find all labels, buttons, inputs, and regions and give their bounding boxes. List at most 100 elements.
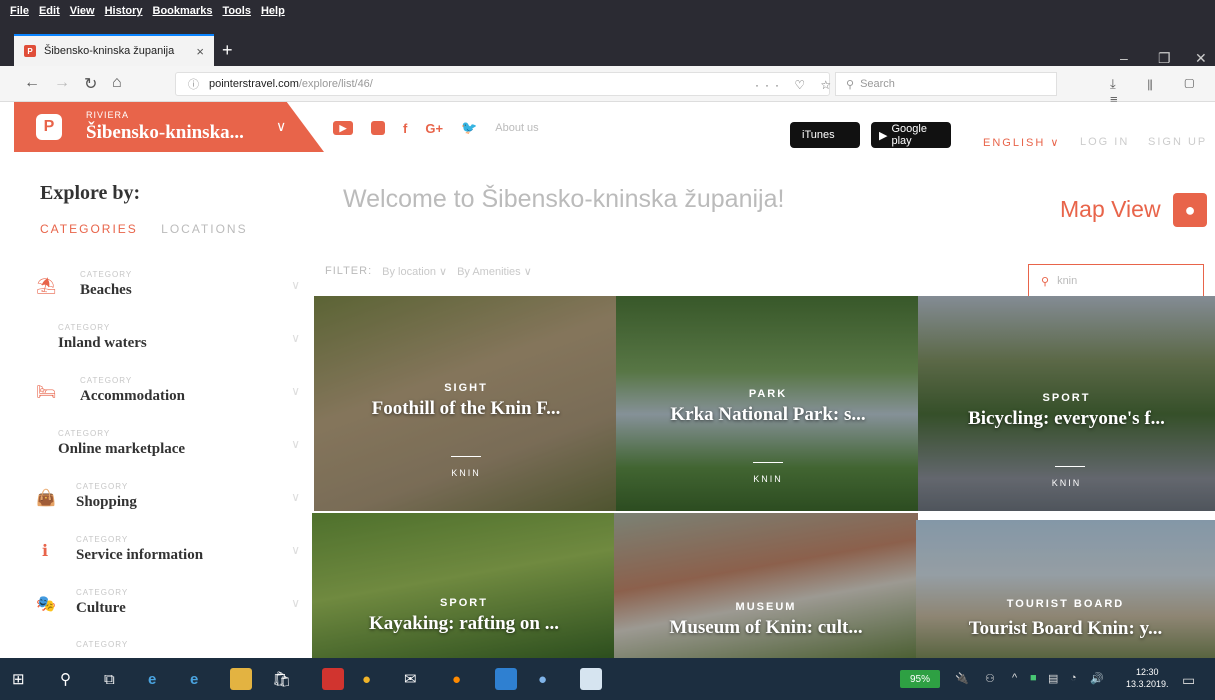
windows-start-icon[interactable]: ⊞ [12,668,25,690]
card-bicycling[interactable]: SPORT Bicycling: everyone's f... KNIN [918,296,1215,511]
tab-close-icon[interactable]: × [196,44,204,59]
forward-icon[interactable]: → [54,74,70,92]
mail-icon[interactable]: ✉ [404,668,417,690]
category-caption: CATEGORY [76,640,129,649]
card-title: Krka National Park: s... [670,404,866,425]
menu-edit[interactable]: Edit [39,5,60,17]
category-online-marketplace[interactable]: CATEGORY Online marketplace ∨ [14,419,312,469]
instagram-icon[interactable] [371,121,385,135]
category-caption: CATEGORY [76,588,129,597]
category-accommodation[interactable]: 🛏 CATEGORY Accommodation ∨ [14,366,312,416]
internet-explorer-icon[interactable]: e [148,668,156,690]
task-view-icon[interactable]: ⧉ [104,668,115,690]
signup-link[interactable]: SIGN UP [1148,136,1207,148]
menu-tools[interactable]: Tools [222,5,251,17]
card-title: Museum of Knin: cult... [669,617,863,638]
card-krka[interactable]: PARK Krka National Park: s... KNIN [616,296,920,511]
browser-tab[interactable]: P Šibensko-kninska županija × [14,34,214,66]
twitter-icon[interactable]: 🐦 [461,120,477,136]
itunes-button[interactable]: iTunes [790,122,860,148]
category-culture[interactable]: 🎭 CATEGORY Culture ∨ [14,578,312,628]
card-title: Kayaking: rafting on ... [368,613,560,634]
google-plus-icon[interactable]: G+ [425,121,443,136]
chevron-down-icon: ∨ [291,543,300,557]
category-label: Shopping [76,494,137,510]
volume-icon[interactable]: 🔊 [1090,672,1104,685]
shield-icon[interactable]: ■ [1030,672,1037,684]
home-icon[interactable]: ⌂ [112,74,122,92]
google-play-button[interactable]: ▶ Google play [871,122,951,148]
card-kayaking[interactable]: SPORT Kayaking: rafting on ... [312,513,616,658]
edge-icon[interactable]: e [190,668,198,690]
clock-time: 12:30 [1136,667,1159,677]
info-icon: ℹ [41,543,49,560]
map-view-link[interactable]: Map View [1060,196,1161,223]
card-title: Tourist Board Knin: y... [968,618,1163,639]
card-kind: SPORT [1042,392,1091,404]
menu-view[interactable]: View [70,5,95,17]
facebook-icon[interactable]: f [403,121,407,136]
tab-bar: P Šibensko-kninska županija × + – ❐ ✕ [0,22,1215,66]
window-close-icon[interactable]: ✕ [1195,50,1207,67]
notepad-icon[interactable] [580,668,602,690]
chrome-icon[interactable]: ● [362,668,371,690]
card-place: KNIN [451,468,481,478]
restore-icon[interactable]: ❐ [1158,50,1171,67]
filter-label: FILTER: [325,265,373,277]
lync-icon[interactable] [495,668,517,690]
youtube-icon[interactable]: ▶ [333,121,353,135]
filter-by-amenities[interactable]: By Amenities ∨ [457,265,532,278]
category-beaches[interactable]: ⛱ CATEGORY Beaches ∨ [14,260,312,310]
notification-icon[interactable]: ▭ [1182,672,1195,689]
about-us-link[interactable]: About us [495,122,538,134]
firefox-icon[interactable]: ● [452,668,461,690]
page-actions-icon[interactable]: ··· ♡ ☆ [755,78,837,92]
network-icon[interactable]: ▤ [1048,672,1058,685]
filter-by-location[interactable]: By location ∨ [382,265,447,278]
pointers-logo-icon: P [36,114,62,140]
wifi-icon[interactable]: ◔ [1070,672,1077,684]
menu-history[interactable]: History [105,5,143,17]
site-info-icon[interactable]: ⓘ [188,76,199,92]
card-kind: MUSEUM [735,601,797,613]
reload-icon[interactable]: ↻ [84,74,97,94]
file-explorer-icon[interactable] [230,668,252,690]
people-icon[interactable]: ⚇ [985,672,995,685]
card-place: KNIN [753,474,783,484]
tab-categories[interactable]: CATEGORIES [40,222,138,236]
category-caption: CATEGORY [80,270,133,279]
chevron-down-icon: ∨ [291,596,300,610]
app-icon-2[interactable]: ● [538,668,547,690]
minimize-icon[interactable]: – [1120,50,1128,66]
search-icon: ⚲ [846,78,855,91]
menu-help[interactable]: Help [261,5,285,17]
category-shopping[interactable]: 👜 CATEGORY Shopping ∨ [14,472,312,522]
login-link[interactable]: LOG IN [1080,136,1129,148]
battery-indicator[interactable]: 95% [900,670,940,688]
search-icon[interactable]: ⚲ [60,668,71,690]
category-inland-waters[interactable]: CATEGORY Inland waters ∨ [14,313,312,363]
language-select[interactable]: ENGLISH ∨ [983,136,1060,149]
card-museum[interactable]: MUSEUM Museum of Knin: cult... [614,513,918,658]
menu-file[interactable]: File [10,5,29,17]
tab-locations[interactable]: LOCATIONS [161,222,247,236]
listing-search-input[interactable]: ⚲ knin [1028,264,1204,298]
store-icon[interactable]: 🛍 [272,668,291,690]
card-tourist-board[interactable]: TOURIST BOARD Tourist Board Knin: y... [916,520,1215,658]
tray-chevron-icon[interactable]: ^ [1012,672,1017,684]
category-caption: CATEGORY [76,482,129,491]
menu-bookmarks[interactable]: Bookmarks [153,5,213,17]
browser-search-input[interactable]: ⚲ Search [835,72,1057,96]
url-domain: pointerstravel.com [209,78,299,90]
welcome-heading: Welcome to Šibensko-kninska županija! [343,185,785,213]
explore-tabs: CATEGORIES LOCATIONS [40,222,248,236]
card-foothill[interactable]: SIGHT Foothill of the Knin F... KNIN [314,296,618,511]
region-selector[interactable]: P RIVIERA Šibensko-kninska... ∨ [14,102,324,152]
globe-icon[interactable]: ● [1173,193,1207,227]
clock[interactable]: 12:30 13.3.2019. [1126,666,1169,690]
app-icon[interactable] [322,668,344,690]
new-tab-icon[interactable]: + [222,40,233,61]
back-icon[interactable]: ← [24,74,40,92]
url-bar[interactable]: ⓘ pointerstravel.com /explore/list/46/ [175,72,830,96]
category-service-information[interactable]: ℹ CATEGORY Service information ∨ [14,525,312,575]
